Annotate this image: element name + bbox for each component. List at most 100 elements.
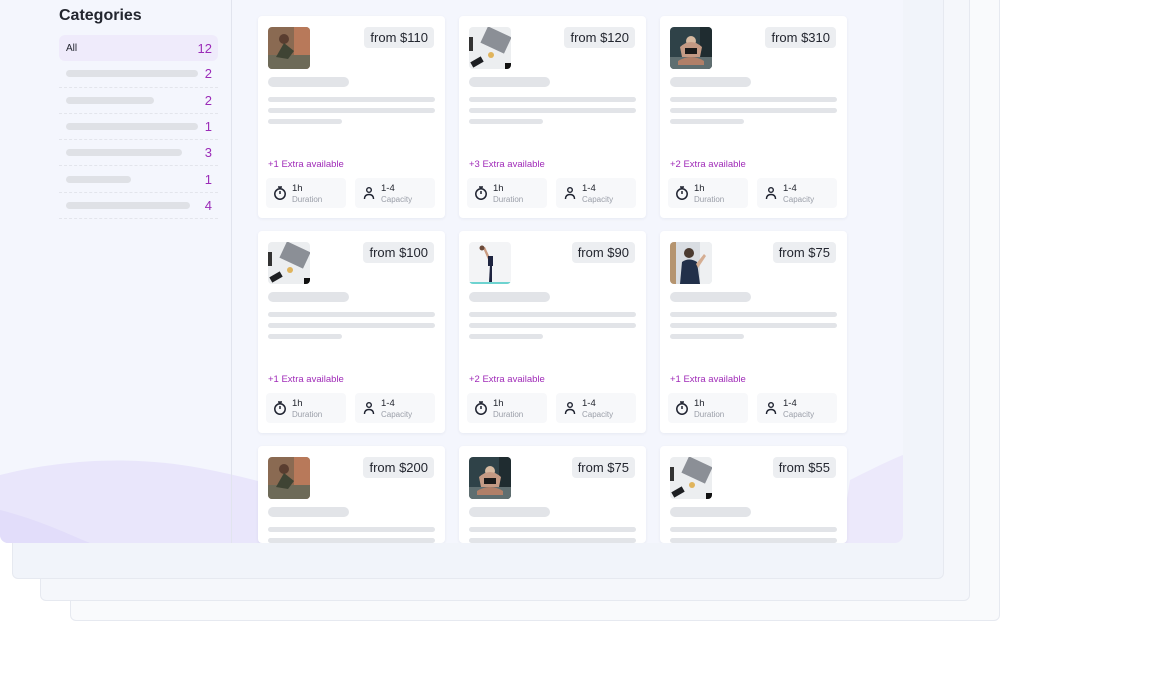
- category-count: 4: [204, 197, 212, 213]
- capacity-value: 1-4: [783, 398, 797, 409]
- category-label-placeholder: [66, 175, 131, 183]
- description-placeholder: [469, 323, 636, 328]
- description-placeholder: [670, 538, 837, 543]
- price-badge: from $75: [571, 457, 635, 478]
- description-placeholder: [268, 334, 342, 339]
- category-count: 12: [197, 40, 212, 56]
- duration-info: 1h Duration: [266, 393, 346, 423]
- description-placeholder: [670, 323, 837, 328]
- category-count: 1: [204, 171, 212, 187]
- capacity-info: 1-4 Capacity: [556, 178, 636, 208]
- description-placeholder: [469, 97, 636, 102]
- duration-label: Duration: [493, 195, 524, 204]
- description-placeholder: [268, 97, 435, 102]
- description-placeholder: [670, 108, 837, 113]
- capacity-label: Capacity: [783, 410, 815, 419]
- extra-available-link[interactable]: +1 Extra available: [670, 374, 746, 385]
- title-placeholder: [469, 507, 550, 517]
- capacity-label: Capacity: [582, 195, 614, 204]
- person-icon: [361, 400, 377, 416]
- service-card[interactable]: from $75: [459, 446, 646, 543]
- description-placeholder: [469, 334, 543, 339]
- category-count: 3: [204, 145, 212, 161]
- duration-value: 1h: [694, 183, 705, 194]
- app-window: Categories All 12 2 2 1 3 1 4 from $110 +1 Extra…: [0, 0, 903, 543]
- price-badge: from $55: [772, 457, 836, 478]
- gym-situp-photo: [670, 27, 712, 69]
- title-placeholder: [469, 77, 550, 87]
- capacity-value: 1-4: [381, 398, 395, 409]
- extra-available-link[interactable]: +3 Extra available: [469, 159, 545, 170]
- description-placeholder: [268, 527, 435, 532]
- category-label-placeholder: [66, 96, 154, 104]
- service-card[interactable]: from $90 +2 Extra available 1h Duration 1…: [459, 231, 646, 433]
- title-placeholder: [469, 292, 550, 302]
- category-label-placeholder: [66, 201, 190, 209]
- title-placeholder: [268, 507, 349, 517]
- capacity-info: 1-4 Capacity: [757, 393, 837, 423]
- description-placeholder: [469, 119, 543, 124]
- capacity-label: Capacity: [783, 195, 815, 204]
- yoga-floor-photo: [268, 457, 310, 499]
- service-card[interactable]: from $200: [258, 446, 445, 543]
- capacity-label: Capacity: [381, 195, 413, 204]
- stopwatch-icon: [272, 400, 288, 416]
- category-item[interactable]: 2: [59, 61, 218, 88]
- description-placeholder: [670, 97, 837, 102]
- category-item[interactable]: 2: [59, 88, 218, 114]
- category-label: All: [66, 42, 78, 54]
- category-label-placeholder: [66, 70, 198, 78]
- duration-label: Duration: [493, 410, 524, 419]
- price-badge: from $120: [564, 27, 635, 48]
- person-icon: [763, 400, 779, 416]
- duration-info: 1h Duration: [467, 393, 547, 423]
- extra-available-link[interactable]: +1 Extra available: [268, 374, 344, 385]
- description-placeholder: [670, 527, 837, 532]
- category-item[interactable]: 1: [59, 166, 218, 193]
- price-badge: from $100: [363, 242, 434, 263]
- service-card[interactable]: from $55: [660, 446, 847, 543]
- service-card[interactable]: from $310 +2 Extra available 1h Duration …: [660, 16, 847, 218]
- extra-available-link[interactable]: +2 Extra available: [469, 374, 545, 385]
- duration-info: 1h Duration: [266, 178, 346, 208]
- category-item[interactable]: 1: [59, 114, 218, 141]
- description-placeholder: [268, 538, 435, 543]
- description-placeholder: [670, 334, 744, 339]
- duration-label: Duration: [694, 195, 725, 204]
- extra-available-link[interactable]: +2 Extra available: [670, 159, 746, 170]
- category-item[interactable]: 4: [59, 193, 218, 220]
- capacity-value: 1-4: [582, 398, 596, 409]
- title-placeholder: [268, 292, 349, 302]
- description-placeholder: [268, 312, 435, 317]
- laptop-desk-photo: [268, 242, 310, 284]
- duration-info: 1h Duration: [467, 178, 547, 208]
- description-placeholder: [268, 119, 342, 124]
- category-count: 2: [204, 66, 212, 82]
- categories-sidebar: Categories All 12 2 2 1 3 1 4: [0, 0, 232, 543]
- description-placeholder: [268, 323, 435, 328]
- title-placeholder: [670, 507, 751, 517]
- service-card[interactable]: from $100 +1 Extra available 1h Duration …: [258, 231, 445, 433]
- service-card[interactable]: from $75 +1 Extra available 1h Duration 1…: [660, 231, 847, 433]
- laptop-desk-photo: [670, 457, 712, 499]
- category-label-placeholder: [66, 123, 198, 131]
- category-item-all[interactable]: All 12: [59, 35, 218, 62]
- category-item[interactable]: 3: [59, 140, 218, 167]
- service-card[interactable]: from $110 +1 Extra available 1h Duration …: [258, 16, 445, 218]
- price-badge: from $90: [571, 242, 635, 263]
- description-placeholder: [670, 312, 837, 317]
- service-card[interactable]: from $120 +3 Extra available 1h Duration …: [459, 16, 646, 218]
- yoga-floor-photo: [268, 27, 310, 69]
- duration-value: 1h: [694, 398, 705, 409]
- price-badge: from $110: [364, 27, 434, 48]
- duration-info: 1h Duration: [668, 393, 748, 423]
- person-icon: [763, 185, 779, 201]
- price-badge: from $75: [772, 242, 836, 263]
- duration-label: Duration: [292, 195, 323, 204]
- description-placeholder: [469, 312, 636, 317]
- duration-info: 1h Duration: [668, 178, 748, 208]
- description-placeholder: [469, 538, 636, 543]
- duration-value: 1h: [493, 183, 504, 194]
- extra-available-link[interactable]: +1 Extra available: [268, 159, 344, 170]
- price-badge: from $200: [363, 457, 434, 478]
